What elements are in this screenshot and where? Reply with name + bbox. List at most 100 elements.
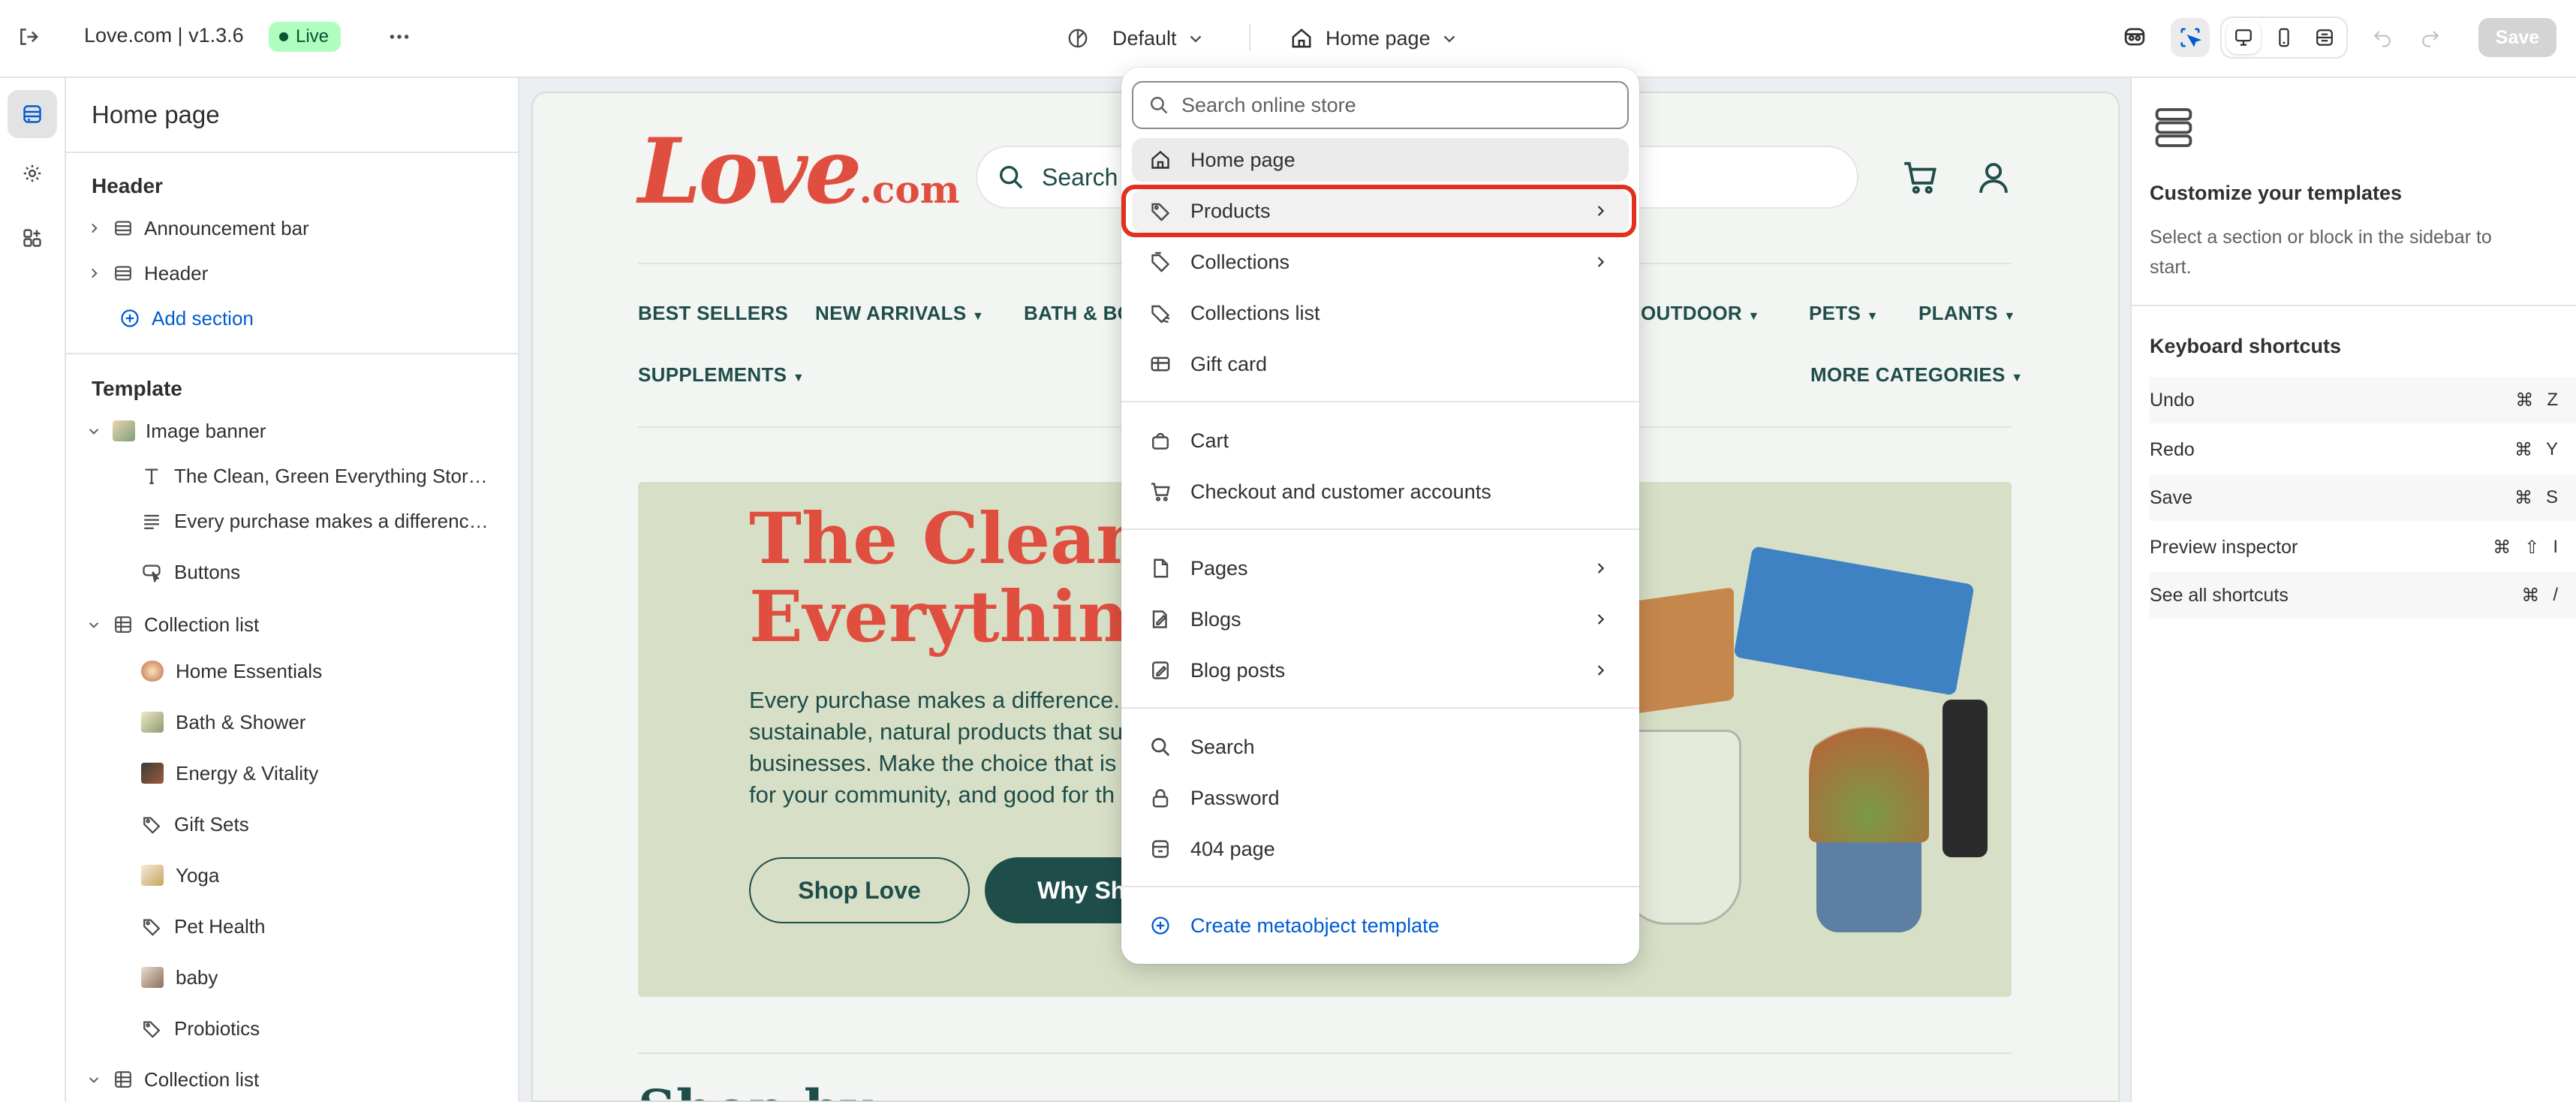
shortcut-see-all[interactable]: See all shortcuts ⌘ / (2150, 572, 2576, 619)
shop-love-button[interactable]: Shop Love (749, 857, 970, 923)
nav-outdoor[interactable]: OUTDOOR ▼ (1641, 302, 1760, 325)
plant-image (1809, 707, 1929, 842)
shortcut-keys: ⌘ Y (2514, 439, 2571, 461)
save-button[interactable]: Save (2478, 18, 2556, 57)
menu-item-label: 404 page (1190, 837, 1275, 860)
home-icon (1147, 149, 1174, 171)
add-section-button[interactable]: Add section (119, 297, 254, 339)
menu-item-404-page[interactable]: 404 page (1132, 827, 1629, 871)
menu-item-gift-card[interactable]: Gift card (1132, 342, 1629, 386)
plus-circle-icon (119, 307, 141, 330)
menu-item-home-page[interactable]: Home page (1132, 138, 1629, 182)
sidebar-item-header[interactable]: Header (86, 252, 208, 294)
menu-item-blog-posts[interactable]: Blog posts (1132, 649, 1629, 692)
cart-icon[interactable] (1900, 158, 1940, 197)
key: ⌘ (2514, 439, 2532, 460)
status-badge: Live (269, 22, 342, 52)
collection-list-icon (113, 1069, 134, 1090)
collection-item-probiotics[interactable]: Probiotics (141, 1007, 260, 1049)
account-icon[interactable] (1974, 158, 2013, 197)
pour-over-image (1621, 730, 1741, 925)
chevron-right-icon (86, 265, 108, 282)
more-actions-icon[interactable] (386, 23, 413, 50)
key: / (2553, 584, 2558, 605)
sidebar-item-image-banner[interactable]: Image banner (86, 410, 266, 452)
collection-item-pet-health[interactable]: Pet Health (141, 905, 265, 947)
desktop-icon[interactable] (2226, 21, 2261, 54)
block-label: Buttons (174, 560, 241, 583)
nav-label: NEW ARRIVALS (815, 302, 967, 324)
undo-icon[interactable] (2369, 23, 2396, 50)
sidebar-item-collection-list-2[interactable]: Collection list (86, 1058, 259, 1100)
mobile-icon[interactable] (2267, 21, 2301, 54)
collection-label: Bath & Shower (176, 710, 306, 733)
menu-item-label: Gift card (1190, 352, 1268, 375)
blog-icon (1147, 608, 1174, 631)
store-logo[interactable]: Love.com (638, 119, 960, 224)
shortcut-preview-inspector: Preview inspector ⌘ ⇧ I (2150, 524, 2576, 571)
caret-down-icon: ▼ (1747, 310, 1760, 323)
menu-item-password[interactable]: Password (1132, 776, 1629, 820)
shortcut-keys: ⌘ Z (2515, 390, 2571, 411)
sidebar-item-announcement-bar[interactable]: Announcement bar (86, 207, 309, 249)
shortcut-label: Preview inspector (2150, 536, 2298, 558)
nav-best-sellers[interactable]: BEST SELLERS (638, 302, 788, 325)
redo-icon[interactable] (2417, 23, 2444, 50)
page-select[interactable]: Home page (1290, 20, 1459, 57)
key: ⇧ (2524, 537, 2540, 558)
dropdown-search-input[interactable]: Search online store (1132, 81, 1629, 129)
shortcut-label: See all shortcuts (2150, 584, 2289, 606)
menu-item-checkout[interactable]: Checkout and customer accounts (1132, 470, 1629, 513)
nav-pets[interactable]: PETS ▼ (1809, 302, 1879, 325)
chevron-right-icon (1591, 610, 1609, 628)
key: ⌘ (2493, 537, 2511, 558)
lock-icon (1147, 787, 1174, 809)
panel-title: Customize your templates (2150, 182, 2403, 204)
block-text[interactable]: Every purchase makes a difference... (141, 500, 516, 542)
menu-item-label: Products (1190, 199, 1271, 222)
menu-item-products[interactable]: Products (1132, 189, 1629, 233)
section-icon (113, 218, 134, 239)
menu-item-blogs[interactable]: Blogs (1132, 598, 1629, 641)
shortcut-redo: Redo ⌘ Y (2150, 426, 2576, 473)
sidebar-item-collection-list[interactable]: Collection list (86, 604, 259, 646)
select-element-icon[interactable] (2171, 18, 2210, 57)
divider (1249, 24, 1250, 51)
collection-item-home-essentials[interactable]: Home Essentials (141, 650, 322, 692)
menu-item-cart[interactable]: Cart (1132, 419, 1629, 462)
nav-supplements[interactable]: SUPPLEMENTS ▼ (638, 363, 805, 387)
collection-item-energy-vitality[interactable]: Energy & Vitality (141, 752, 318, 794)
theme-select[interactable]: Default (1066, 20, 1205, 57)
button-icon (141, 562, 162, 583)
apps-icon[interactable] (15, 221, 50, 255)
create-metaobject-template-link[interactable]: Create metaobject template (1132, 904, 1629, 947)
collection-item-yoga[interactable]: Yoga (141, 854, 219, 896)
page-icon (1147, 557, 1174, 580)
theme-icon (1066, 26, 1090, 50)
menu-item-pages[interactable]: Pages (1132, 546, 1629, 590)
inspector-icon[interactable] (2121, 23, 2148, 50)
nav-bath-body[interactable]: BATH & BO (1024, 302, 1133, 325)
shortcut-save: Save ⌘ S (2150, 474, 2576, 521)
fullscreen-icon[interactable] (2307, 21, 2342, 54)
collection-item-bath-shower[interactable]: Bath & Shower (141, 701, 305, 743)
collection-item-gift-sets[interactable]: Gift Sets (141, 803, 249, 845)
block-buttons[interactable]: Buttons (141, 551, 240, 593)
collection-item-baby[interactable]: baby (141, 956, 218, 998)
nav-more-categories[interactable]: MORE CATEGORIES ▼ (1810, 363, 2023, 387)
menu-item-collections[interactable]: Collections (1132, 240, 1629, 284)
menu-item-collections-list[interactable]: Collections list (1132, 291, 1629, 335)
nav-new-arrivals[interactable]: NEW ARRIVALS ▼ (815, 302, 984, 325)
settings-icon[interactable] (15, 156, 50, 191)
shortcut-keys: ⌘ / (2521, 585, 2571, 607)
key: S (2545, 486, 2558, 507)
menu-item-search[interactable]: Search (1132, 725, 1629, 769)
sections-icon[interactable] (8, 90, 57, 138)
divider (2132, 305, 2576, 306)
nav-plants[interactable]: PLANTS ▼ (1918, 302, 2015, 325)
block-heading[interactable]: The Clean, Green Everything Store ... (141, 455, 516, 497)
exit-icon[interactable] (15, 23, 42, 50)
cart-icon (1147, 480, 1174, 503)
menu-item-label: Blogs (1190, 607, 1241, 631)
description-line: Select a section or block in the sidebar… (2150, 227, 2492, 248)
